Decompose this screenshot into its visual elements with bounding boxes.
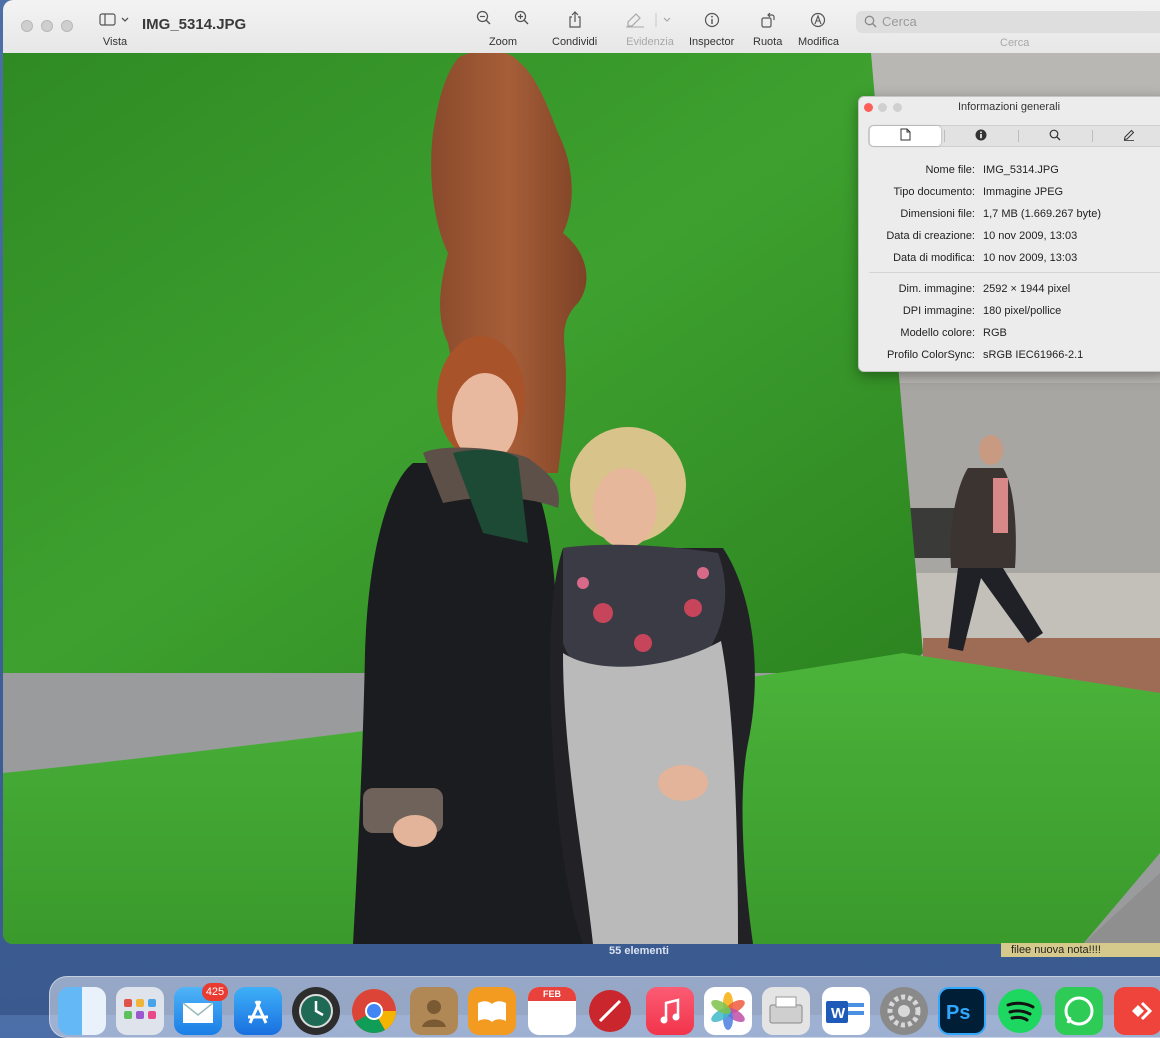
minimize-button[interactable] [41,20,53,32]
info-row-dpi: DPI immagine: 180 pixel/pollice [859,305,1160,321]
settings-icon[interactable] [880,987,928,1035]
zoom-label: Zoom [488,36,518,48]
info-value: 10 nov 2009, 13:03 [983,230,1078,242]
info-row-dimensions: Dim. immagine: 2592 × 1944 pixel [859,283,1160,299]
toolbar: Vista IMG_5314.JPG Zoom Condividi Eviden… [3,0,1160,54]
info-circle-icon [704,8,720,32]
divider [869,272,1160,273]
document-icon [900,128,911,144]
books-icon[interactable] [468,987,516,1035]
calendar-icon[interactable]: FEB [528,987,576,1035]
spotify-icon[interactable] [996,987,1044,1035]
info-key: Data di creazione: [886,230,975,242]
document-title: IMG_5314.JPG [142,16,247,33]
music-icon[interactable] [646,987,694,1035]
tab-keywords[interactable] [1019,126,1091,146]
highlight-button[interactable]: Evidenzia [624,8,676,48]
anydesk-icon[interactable] [1114,987,1160,1035]
tab-more-info[interactable] [945,126,1017,146]
mail-badge: 425 [202,983,228,1001]
inspector-title: Informazioni generali [957,101,1061,113]
info-value: IMG_5314.JPG [983,164,1059,176]
markup-label: Modifica [798,36,839,48]
photoshop-icon[interactable]: Ps [938,987,986,1035]
view-label: Vista [102,36,128,48]
zoom-control[interactable]: Zoom [473,8,533,48]
finder-icon[interactable] [58,987,106,1035]
chrome-icon[interactable] [350,987,398,1035]
info-key: Profilo ColorSync: [886,349,975,361]
share-label: Condividi [552,36,598,48]
calendar-month: FEB [528,987,576,1001]
search-label: Cerca [1000,37,1030,49]
photos-icon[interactable] [704,987,752,1035]
pencil-icon [1123,129,1135,144]
info-value: 1,7 MB (1.669.267 byte) [983,208,1102,220]
whatsapp-icon[interactable] [1055,987,1103,1035]
info-value: 2592 × 1944 pixel [983,283,1071,295]
contacts-icon[interactable] [410,987,458,1035]
zoom-in-icon[interactable] [514,10,530,31]
zoom-window-button[interactable] [61,20,73,32]
word-icon[interactable]: W [822,987,870,1035]
info-key: Dim. immagine: [898,283,975,295]
info-icon [975,129,987,144]
inspector-tabs [868,125,1160,147]
sticky-note[interactable]: filee nuova nota!!!! [1001,943,1160,957]
info-row-filesize: Dimensioni file: 1,7 MB (1.669.267 byte) [859,208,1160,224]
info-key: Data di modifica: [893,252,975,264]
info-row-colorsync: Profilo ColorSync: sRGB IEC61966-2.1 [859,349,1160,365]
time-machine-icon[interactable] [292,987,340,1035]
preview-window: Vista IMG_5314.JPG Zoom Condividi Eviden… [3,0,1160,944]
markup-icon [810,8,826,32]
share-icon [567,8,583,32]
info-value: 10 nov 2009, 13:03 [983,252,1078,264]
rotate-icon [760,8,776,32]
info-value: RGB [983,327,1007,339]
items-count: 55 elementi [609,945,669,957]
info-key: Nome file: [925,164,975,176]
info-row-modified: Data di modifica: 10 nov 2009, 13:03 [859,252,1160,268]
zoom-out-icon[interactable] [476,10,492,31]
svg-text:Ps: Ps [946,1002,970,1024]
inspector-label: Inspector [689,36,735,48]
inspector-panel: Informazioni generali Nome file: IMG_5314… [858,96,1160,372]
info-row-created: Data di creazione: 10 nov 2009, 13:03 [859,230,1160,246]
info-key: Tipo documento: [893,186,975,198]
info-key: Modello colore: [900,327,975,339]
sidebar-icon [99,8,131,32]
close-button[interactable] [21,20,33,32]
tab-annotations[interactable] [1093,126,1160,146]
info-key: DPI immagine: [902,305,975,317]
svg-text:W: W [831,1005,846,1022]
search-input[interactable]: Cerca [856,11,1160,33]
markup-button[interactable]: Modifica [798,8,839,48]
info-value: Immagine JPEG [983,186,1064,198]
highlighter-icon [624,8,676,32]
info-value: 180 pixel/pollice [983,305,1062,317]
info-key: Dimensioni file: [900,208,975,220]
magnifier-icon [1049,129,1061,144]
share-button[interactable]: Condividi [552,8,597,48]
info-row-filename: Nome file: IMG_5314.JPG [859,164,1160,180]
desktop-pin-icon[interactable] [586,987,634,1035]
rotate-label: Ruota [753,36,783,48]
rotate-button[interactable]: Ruota [753,8,782,48]
info-value: sRGB IEC61966-2.1 [983,349,1084,361]
launchpad-icon[interactable] [116,987,164,1035]
view-button[interactable]: Vista [99,8,131,48]
search-icon [864,15,877,33]
highlight-label: Evidenzia [626,36,674,48]
tab-general-info[interactable] [870,126,941,146]
info-row-color-model: Modello colore: RGB [859,327,1160,343]
printer-icon[interactable] [762,987,810,1035]
app-store-icon[interactable] [234,987,282,1035]
info-row-type: Tipo documento: Immagine JPEG [859,186,1160,202]
inspector-button[interactable]: Inspector [689,8,734,48]
